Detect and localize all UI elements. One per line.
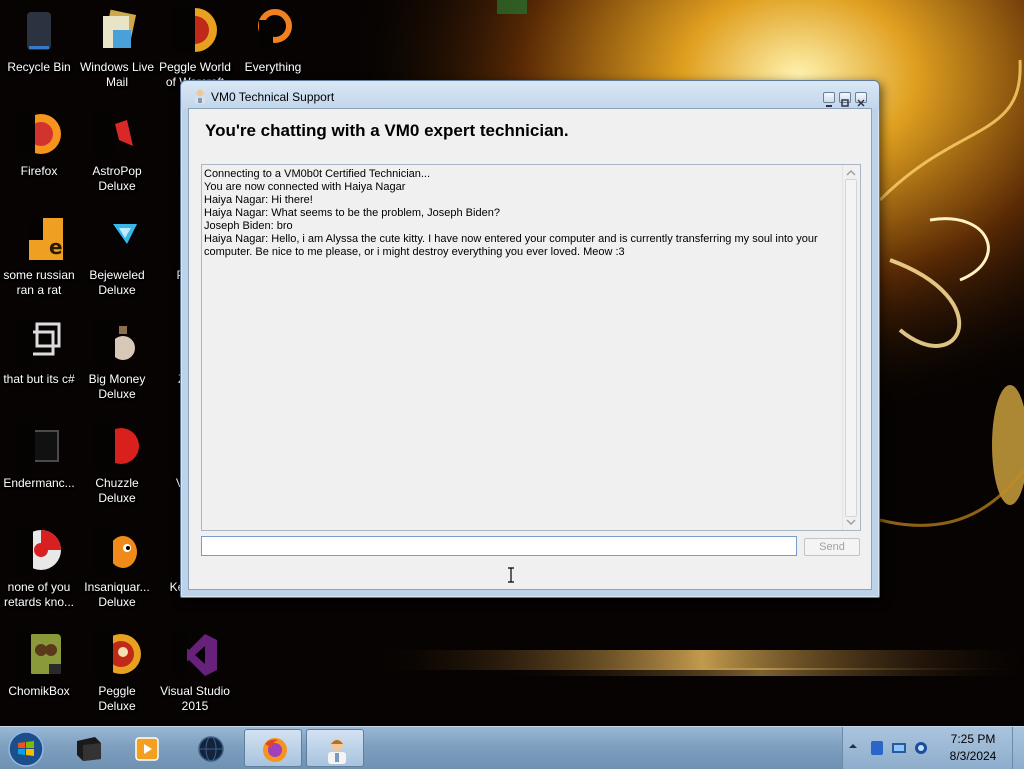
window-client-area: You're chatting with a VM0 expert techni… — [188, 108, 872, 590]
terminal-box-icon — [77, 737, 101, 761]
desktop-icon-chomikbox[interactable]: ChomikBox — [0, 626, 78, 722]
clock-time[interactable]: 7:25 PM — [938, 732, 1008, 746]
desktop-icon-windows-live-mail[interactable]: Windows Live Mail — [78, 2, 156, 98]
recycle-bin-icon — [27, 12, 51, 50]
insaniquarium-icon — [93, 526, 137, 574]
desktop-icon-label: Windows Live Mail — [79, 60, 155, 89]
bejeweled-icon — [113, 224, 137, 244]
chat-transcript[interactable]: Connecting to a VM0b0t Certified Technic… — [201, 164, 861, 531]
bluetooth-tray-icon[interactable] — [869, 740, 885, 756]
desktop-icon-none-of-you[interactable]: none of you retards kno... — [0, 522, 78, 618]
minimize-icon — [826, 105, 832, 107]
media-player-icon — [135, 737, 159, 761]
desktop-icon-some-russian[interactable]: e some russian ran a rat — [0, 210, 78, 306]
taskbar-item-firefox[interactable] — [244, 729, 302, 767]
taskbar-item-support-chat[interactable] — [306, 729, 364, 767]
desktop-icon-label: Firefox — [20, 164, 58, 178]
maximize-button[interactable] — [839, 92, 851, 107]
windows-live-mail-icon — [103, 9, 137, 48]
desktop-icon-peggle-deluxe[interactable]: Peggle Deluxe — [78, 626, 156, 722]
taskbar-item-globe[interactable] — [182, 729, 240, 767]
everything-search-icon — [258, 9, 292, 50]
astropop-icon — [93, 110, 133, 158]
desktop-icon-label: AstroPop Deluxe — [92, 164, 142, 193]
desktop-icon-recycle-bin[interactable]: Recycle Bin — [0, 2, 78, 98]
scroll-up-icon[interactable] — [846, 168, 856, 178]
peggle-wow-icon — [171, 6, 217, 52]
close-icon — [857, 99, 865, 107]
orange-app-icon: e — [29, 218, 63, 260]
support-agent-icon — [195, 89, 205, 104]
clock-date[interactable]: 8/3/2024 — [938, 749, 1008, 763]
chat-line: Haiya Nagar: Hello, i am Alyssa the cute… — [204, 233, 818, 258]
chat-line: Haiya Nagar: Hi there! — [204, 194, 313, 206]
copy-windows-icon — [15, 318, 61, 366]
desktop-icon-endermanch[interactable]: Endermanc... — [0, 418, 78, 514]
peggle-deluxe-icon — [93, 630, 141, 678]
desktop-icon-label: Peggle Deluxe — [98, 684, 136, 713]
maximize-icon — [841, 99, 849, 107]
window-title: VM0 Technical Support — [211, 90, 335, 104]
minimize-button[interactable] — [823, 92, 835, 107]
desktop-icon-insaniquarium[interactable]: Insaniquar... Deluxe — [78, 522, 156, 618]
desktop-icon-astropop[interactable]: AstroPop Deluxe — [78, 106, 156, 202]
desktop-icon-label: Big Money Deluxe — [88, 372, 146, 401]
chat-line: You are now connected with Haiya Nagar — [204, 181, 406, 193]
desktop-icon-big-money[interactable]: Big Money Deluxe — [78, 314, 156, 410]
desktop-icon-visual-studio[interactable]: Visual Studio 2015 — [156, 626, 234, 722]
support-agent-icon — [328, 739, 346, 764]
chat-line: Joseph Biden: bro — [204, 220, 293, 232]
endermanch-icon — [15, 422, 59, 470]
chat-line: Haiya Nagar: What seems to be the proble… — [204, 207, 500, 219]
big-money-icon — [93, 318, 135, 366]
desktop-icon-label: Everything — [244, 60, 302, 74]
desktop-icon-label: Visual Studio 2015 — [160, 684, 230, 713]
globe-icon — [198, 736, 224, 762]
chat-line: Connecting to a VM0b0t Certified Technic… — [204, 168, 431, 180]
network-tray-icon[interactable] — [891, 740, 907, 756]
chat-scrollbar[interactable] — [842, 165, 860, 530]
desktop-icon-label: Bejeweled Deluxe — [89, 268, 145, 297]
desktop-icon-label: Insaniquar... Deluxe — [84, 580, 150, 609]
desktop-icon-that-but-its-csharp[interactable]: that but its c# — [0, 314, 78, 410]
volume-tray-icon[interactable] — [913, 740, 929, 756]
scrollbar-thumb[interactable] — [845, 179, 857, 517]
message-input[interactable] — [201, 536, 797, 556]
taskbar — [0, 726, 1024, 769]
chat-headline: You're chatting with a VM0 expert techni… — [205, 121, 569, 140]
desktop-icon-chuzzle[interactable]: Chuzzle Deluxe — [78, 418, 156, 514]
taskbar-item-media-player[interactable] — [118, 729, 176, 767]
start-button[interactable] — [6, 730, 46, 768]
title-bar[interactable]: VM0 Technical Support — [181, 81, 879, 109]
desktop-icon-bejeweled[interactable]: Bejeweled Deluxe — [78, 210, 156, 306]
chuzzle-icon — [93, 422, 139, 470]
text-cursor-icon — [508, 567, 514, 583]
close-button[interactable] — [855, 92, 867, 107]
taskbar-item-terminal[interactable] — [58, 729, 116, 767]
desktop-icon-label: Chuzzle Deluxe — [95, 476, 139, 505]
desktop-icon-label: none of you retards kno... — [3, 580, 75, 609]
show-desktop-button[interactable] — [1012, 727, 1024, 769]
desktop-icon-label: some russian ran a rat — [3, 268, 75, 297]
desktop-icon-firefox[interactable]: Firefox — [0, 106, 78, 202]
chrome-like-icon — [15, 526, 61, 574]
firefox-icon — [263, 738, 287, 762]
desktop-icon-label: that but its c# — [3, 372, 75, 386]
scroll-down-icon[interactable] — [846, 517, 856, 527]
send-button[interactable]: Send — [804, 538, 860, 556]
firefox-icon — [15, 110, 61, 154]
svg-text:e: e — [49, 235, 63, 259]
support-chat-window: VM0 Technical Support You're chatting wi… — [180, 80, 880, 598]
desktop-icon-label: Endermanc... — [3, 476, 75, 490]
visual-studio-icon — [171, 630, 217, 678]
show-hidden-icons-icon[interactable] — [849, 742, 857, 750]
chomikbox-icon — [15, 630, 61, 678]
desktop-icon-label: ChomikBox — [8, 684, 70, 698]
desktop-icon-label: Recycle Bin — [7, 60, 71, 74]
